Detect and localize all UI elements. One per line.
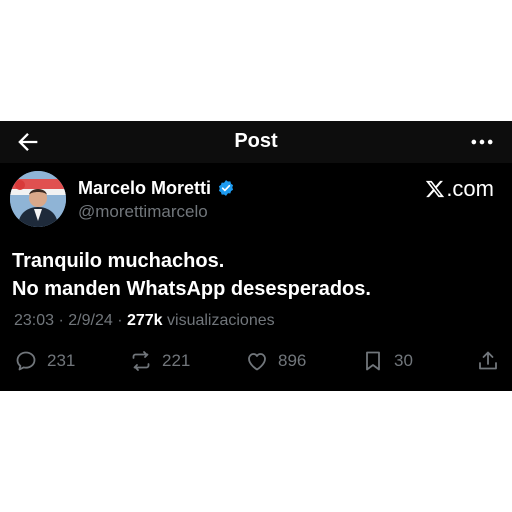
tweet-time[interactable]: 23:03 bbox=[14, 312, 54, 329]
source-domain: .com bbox=[446, 176, 494, 201]
tweet-meta: 23:03 · 2/9/24 · 277k visualizaciones bbox=[14, 312, 275, 330]
top-bar: Post bbox=[0, 121, 512, 163]
repost-count: 221 bbox=[162, 351, 191, 370]
tweet-line: Tranquilo muchachos. bbox=[12, 250, 225, 272]
avatar-image bbox=[10, 171, 66, 227]
tweet-line: No manden WhatsApp desesperados. bbox=[12, 278, 371, 300]
reply-icon bbox=[16, 351, 36, 371]
bookmark-count: 30 bbox=[394, 351, 413, 370]
ellipsis-icon[interactable] bbox=[468, 128, 496, 156]
share-icon bbox=[479, 351, 497, 370]
reply-count: 231 bbox=[47, 351, 76, 370]
action-bar: 231 221 896 30 bbox=[0, 345, 512, 379]
tweet-text: Tranquilo muchachos. No manden WhatsApp … bbox=[12, 247, 502, 303]
bookmark-button[interactable]: 30 bbox=[361, 349, 413, 373]
author-display-name[interactable]: Marcelo Moretti bbox=[78, 178, 211, 199]
tweet-date[interactable]: 2/9/24 bbox=[68, 312, 112, 329]
repost-button[interactable]: 221 bbox=[129, 349, 190, 373]
author-name-row[interactable]: Marcelo Moretti bbox=[78, 176, 235, 200]
like-count: 896 bbox=[278, 351, 307, 370]
author-handle[interactable]: @morettimarcelo bbox=[78, 202, 208, 222]
meta-separator: · bbox=[54, 312, 69, 329]
post-card: Post Marcelo Moretti @morettimarcelo .co… bbox=[0, 121, 512, 391]
source-label: .com bbox=[425, 176, 494, 202]
heart-icon bbox=[248, 353, 266, 371]
reply-button[interactable]: 231 bbox=[14, 349, 75, 373]
bookmark-icon bbox=[366, 351, 380, 371]
views-label: visualizaciones bbox=[167, 312, 275, 329]
repost-icon bbox=[132, 351, 150, 371]
x-logo-icon bbox=[426, 180, 445, 198]
avatar[interactable] bbox=[10, 171, 66, 227]
verified-badge-icon bbox=[218, 180, 234, 196]
share-button[interactable] bbox=[476, 349, 509, 373]
views-count: 277k bbox=[126, 312, 163, 329]
like-button[interactable]: 896 bbox=[245, 349, 306, 373]
meta-separator: · bbox=[112, 312, 127, 329]
page-title: Post bbox=[234, 130, 278, 152]
